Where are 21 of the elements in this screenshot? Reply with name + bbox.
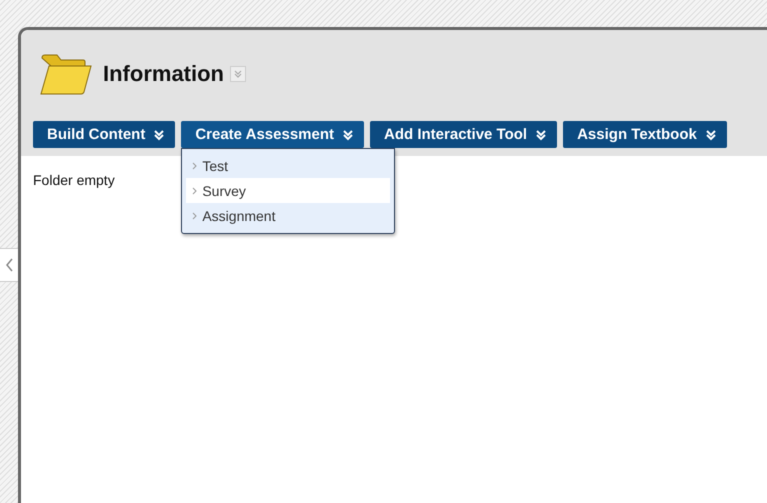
toolbar-button[interactable]: Create Assessment: [181, 121, 364, 148]
empty-message: Folder empty: [33, 172, 116, 188]
chevron-left-icon: [6, 258, 12, 272]
menu-item[interactable]: Test: [186, 153, 390, 178]
toolbar-button[interactable]: Assign Textbook: [563, 121, 727, 148]
chevron-right-icon: [192, 212, 198, 220]
menu-item[interactable]: Survey: [186, 178, 390, 203]
toolbar-button[interactable]: Add Interactive Tool: [370, 121, 558, 148]
chevron-down-icon: [535, 128, 548, 140]
chevron-right-icon: [192, 162, 198, 170]
collapse-tab[interactable]: [0, 248, 18, 282]
chevron-down-icon: [153, 128, 166, 140]
page-title: Information: [103, 61, 224, 87]
toolbar-button[interactable]: Build Content: [33, 121, 176, 148]
title-menu-button[interactable]: [230, 66, 246, 82]
menu-item[interactable]: Assignment: [186, 203, 390, 228]
chevron-right-icon: [192, 186, 198, 194]
chevron-down-icon: [704, 128, 717, 140]
folder-icon: [39, 52, 93, 96]
chevron-down-icon: [233, 69, 243, 79]
chevron-down-icon: [342, 128, 354, 140]
